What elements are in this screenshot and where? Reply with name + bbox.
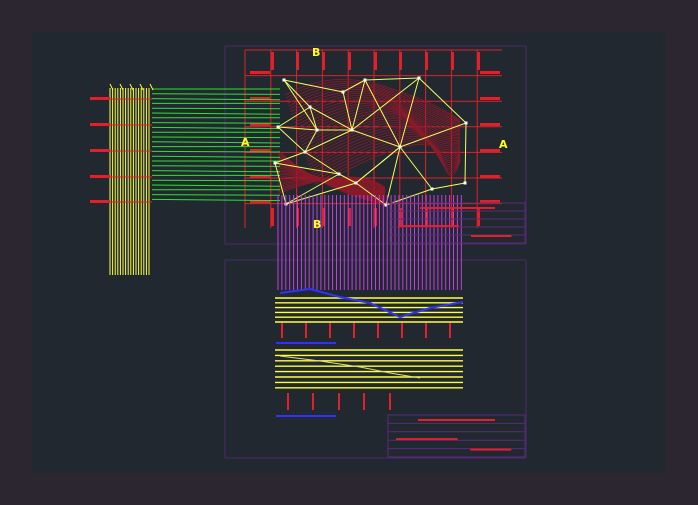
- title-block-text-line: [470, 448, 512, 451]
- tin-edge: [399, 146, 433, 190]
- grid-coordinate-tag: [296, 52, 299, 70]
- section-projection-lines: [151, 88, 281, 202]
- longitudinal-profile-b: [275, 349, 463, 417]
- title-block-text-line: [420, 207, 495, 209]
- grid-coordinate-tag: [374, 52, 377, 70]
- projection-line: [151, 194, 281, 196]
- title-block-text-line: [471, 235, 512, 237]
- projection-line: [151, 112, 281, 115]
- title-block-text-line: [398, 225, 459, 227]
- projection-line: [151, 126, 281, 130]
- title-block-frame: [387, 414, 526, 458]
- section-elevation-tag: [90, 123, 110, 126]
- survey-point-marker: [354, 181, 358, 185]
- survey-point-marker: [350, 128, 354, 132]
- grid-coordinate-tag: [451, 52, 454, 70]
- survey-point-marker: [276, 125, 280, 129]
- section-elevation-tag: [90, 149, 110, 152]
- tin-edge: [364, 77, 420, 81]
- survey-point-marker: [463, 181, 467, 185]
- survey-point-marker: [303, 150, 307, 154]
- section-elevation-tag: [90, 97, 110, 100]
- grid-coordinate-tag: [480, 123, 500, 126]
- contour-lines: [277, 78, 461, 206]
- grid-coordinate-tag: [480, 149, 500, 152]
- section-elevation-tag: [90, 175, 110, 178]
- section-top-mark: [149, 83, 154, 91]
- topographic-drawing: [90, 45, 527, 459]
- projection-line: [151, 198, 281, 202]
- projection-line: [151, 93, 281, 95]
- survey-point-marker: [430, 187, 434, 191]
- grid-coordinate-tag: [480, 97, 500, 100]
- grid-coordinate-tag: [480, 175, 500, 178]
- title-blocks: [387, 202, 526, 458]
- title-block-text-line: [418, 419, 495, 421]
- projection-line: [151, 155, 281, 158]
- projection-line: [151, 107, 281, 110]
- grid-coordinate-tag: [348, 52, 351, 70]
- survey-point-marker: [273, 161, 277, 165]
- tin-edge: [431, 182, 466, 190]
- grid-coordinate-tag: [271, 52, 274, 70]
- projection-line: [151, 141, 281, 144]
- projection-line: [151, 150, 281, 153]
- survey-point-marker: [341, 90, 345, 94]
- section-marker-a-right: A: [499, 138, 508, 151]
- projection-line: [151, 184, 281, 187]
- survey-point-marker: [363, 78, 367, 82]
- longitudinal-profile-a: [275, 287, 464, 344]
- section-elevation-tag: [90, 200, 110, 203]
- survey-point-marker: [417, 76, 421, 80]
- section-marker-b-top: B: [312, 46, 321, 59]
- projection-line: [151, 165, 281, 167]
- grid-coordinate-tag: [425, 52, 428, 70]
- tin-edge: [385, 146, 401, 206]
- title-block-text-line: [396, 438, 458, 441]
- survey-point-marker: [337, 172, 341, 176]
- projection-line: [151, 170, 281, 173]
- survey-point-marker: [282, 78, 286, 82]
- grid-coordinate-tag: [399, 52, 402, 70]
- survey-point-marker: [464, 121, 468, 125]
- survey-point-marker: [398, 145, 402, 149]
- survey-point-marker: [315, 128, 319, 132]
- profile-ground-line: [279, 355, 421, 379]
- projection-line: [151, 122, 281, 124]
- tin-edge: [277, 126, 306, 153]
- grid-coordinate-tag: [322, 52, 325, 70]
- projection-line: [151, 136, 281, 139]
- grid-coordinate-tag: [271, 208, 274, 226]
- grid-coordinate-tag: [477, 52, 480, 70]
- grid-coordinate-tag: [480, 71, 500, 74]
- tin-edge: [464, 122, 467, 184]
- grid-coordinate-tag: [250, 71, 270, 74]
- section-marker-b-bottom: B: [313, 218, 322, 231]
- cross-section-strip: [90, 83, 154, 275]
- survey-point-marker: [308, 105, 312, 109]
- section-marker-a-left: A: [241, 136, 250, 149]
- projection-line: [151, 179, 281, 182]
